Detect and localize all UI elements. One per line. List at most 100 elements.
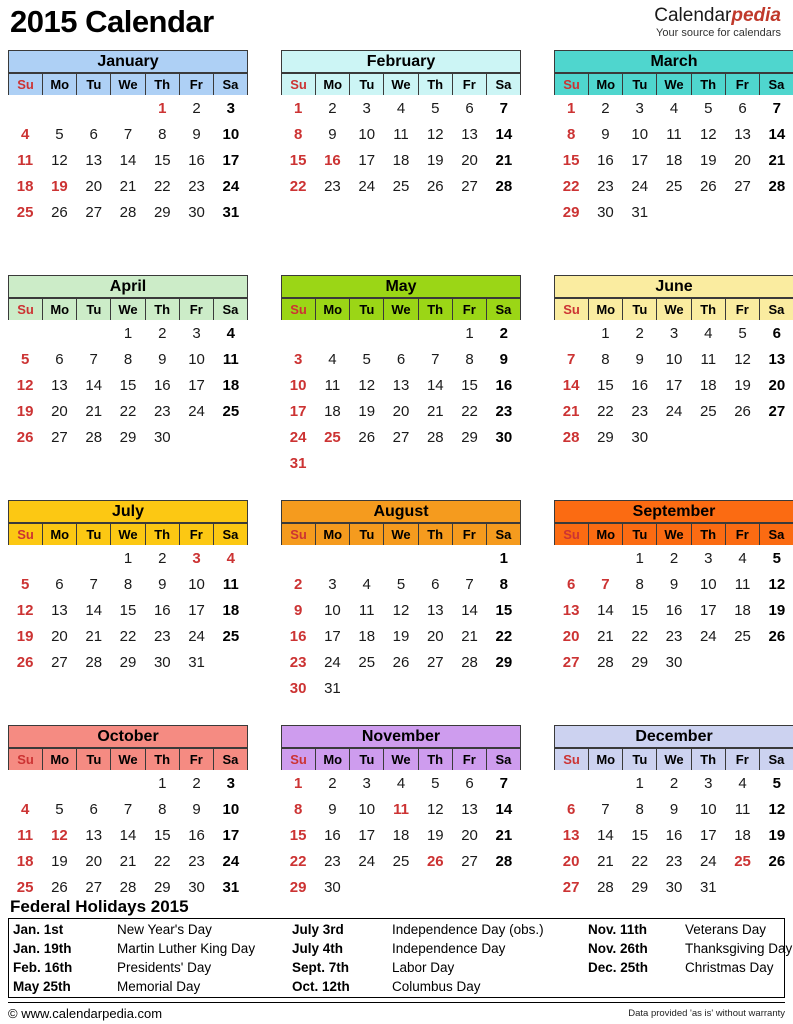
holiday-name (681, 977, 792, 996)
day-cell: 18 (222, 602, 240, 619)
month-name: April (8, 275, 248, 298)
day-cell: 18 (358, 628, 376, 645)
days-grid: 1 2 3 4 5 6 7 8 9 10 11 12 13 14 15 16 17 18 19 20 21 22 23 24 2… (554, 546, 793, 676)
day-cell: 30 (631, 429, 649, 446)
day-cell: 10 (631, 126, 649, 143)
day-cell: 5 (55, 126, 64, 143)
day-cell: 31 (631, 204, 649, 221)
holiday-name: Veterans Day (685, 922, 767, 937)
day-cell: 16 (188, 827, 205, 844)
weekday-label-mo: Mo (589, 298, 624, 320)
day-cell: 23 (188, 178, 205, 195)
day-cell: 20 (562, 853, 580, 870)
day-cell: 29 (153, 204, 171, 221)
day-cell: 14 (495, 126, 513, 143)
day-cell: 23 (153, 628, 171, 645)
day-cell: 11 (734, 801, 751, 818)
day-cell: 7 (566, 351, 576, 368)
day-cell: 25 (699, 403, 717, 420)
day-cell: 4 (328, 351, 337, 368)
day-cell: 18 (16, 178, 34, 195)
holiday-name: Presidents' Day (117, 960, 212, 975)
day-cell: 4 (738, 550, 747, 567)
day-cell: 24 (358, 178, 376, 195)
weekday-label-we: We (657, 523, 692, 545)
day-cell: 14 (85, 377, 103, 394)
day-cell: 2 (669, 550, 679, 567)
day-cell: 28 (495, 853, 513, 870)
day-cell: 7 (123, 801, 133, 818)
day-cell: 28 (495, 178, 513, 195)
day-cell: 26 (768, 628, 786, 645)
day-cell: 8 (123, 576, 133, 593)
day-cell: 13 (85, 827, 103, 844)
day-cell: 15 (495, 602, 513, 619)
day-cell: 25 (734, 628, 751, 645)
holiday-name: New Year's Day (117, 922, 212, 937)
day-cell: 10 (358, 801, 376, 818)
day-cell: 21 (119, 178, 137, 195)
day-cell: 18 (324, 403, 341, 420)
day-cell: 10 (665, 351, 683, 368)
days-grid: 1 2 3 4 5 6 7 8 9 10 11 12 13 14 15 16 17 18 19 20 21 22 23 24 2… (281, 546, 521, 702)
weekday-label-we: We (657, 73, 692, 95)
holiday-date: Jan. 19th (13, 941, 72, 956)
day-cell: 19 (392, 628, 410, 645)
day-cell: 27 (392, 429, 410, 446)
holiday-date: Feb. 16th (13, 960, 73, 975)
day-cell: 3 (362, 100, 371, 117)
day-cell: 28 (119, 204, 137, 221)
day-cell: 9 (601, 126, 610, 143)
day-cell: 21 (85, 628, 103, 645)
day-cell-empty (588, 771, 622, 797)
day-cell: 20 (392, 403, 410, 420)
day-cell-empty (554, 546, 588, 572)
day-cell: 7 (89, 576, 98, 593)
weekday-label-fr: Fr (725, 298, 760, 320)
day-cell: 29 (119, 429, 137, 446)
day-cell: 11 (222, 576, 239, 593)
weekday-label-tu: Tu (77, 523, 112, 545)
weekday-label-su: Su (282, 748, 317, 770)
day-cell: 30 (188, 204, 205, 221)
day-cell: 15 (631, 602, 649, 619)
day-cell: 19 (768, 827, 786, 844)
page-title: 2015 Calendar (10, 4, 214, 39)
weekday-label-fr: Fr (452, 523, 487, 545)
day-cell-empty (42, 96, 76, 122)
weekday-label-th: Th (691, 73, 726, 95)
day-cell: 19 (426, 827, 444, 844)
days-grid: 1 2 3 4 5 6 7 8 9 10 11 12 13 14 15 16 17 18 19 20 21 22 23 24 2… (554, 321, 793, 451)
day-cell-empty (384, 546, 418, 572)
day-cell: 20 (426, 628, 444, 645)
weekday-label-th: Th (691, 298, 726, 320)
day-cell: 10 (699, 801, 717, 818)
day-cell: 14 (85, 602, 103, 619)
weekday-label-su: Su (555, 523, 590, 545)
holiday-name: Independence Day (obs.) (392, 922, 544, 937)
day-cell: 23 (289, 654, 307, 671)
day-cell: 9 (192, 126, 201, 143)
weekday-label-su: Su (555, 748, 590, 770)
day-cell: 24 (289, 429, 307, 446)
day-cell: 27 (461, 178, 478, 195)
day-cell: 3 (226, 775, 236, 792)
day-cell: 13 (734, 126, 751, 143)
day-cell: 23 (324, 178, 341, 195)
weekday-label-tu: Tu (350, 73, 385, 95)
day-cell: 17 (358, 152, 376, 169)
day-cell: 26 (16, 429, 34, 446)
day-cell: 18 (734, 827, 751, 844)
day-cell: 20 (461, 152, 478, 169)
day-cell: 17 (665, 377, 683, 394)
weekday-label-fr: Fr (725, 748, 760, 770)
day-cell: 23 (665, 853, 683, 870)
day-cell: 2 (499, 325, 509, 342)
day-cell: 20 (85, 178, 103, 195)
calendar-page: 2015 Calendar Calendarpedia Your source … (0, 0, 793, 1024)
day-cell: 6 (738, 100, 747, 117)
weekday-label-we: We (384, 523, 419, 545)
weekday-label-fr: Fr (179, 298, 214, 320)
day-cell-empty (8, 546, 42, 572)
day-cell: 8 (465, 351, 474, 368)
